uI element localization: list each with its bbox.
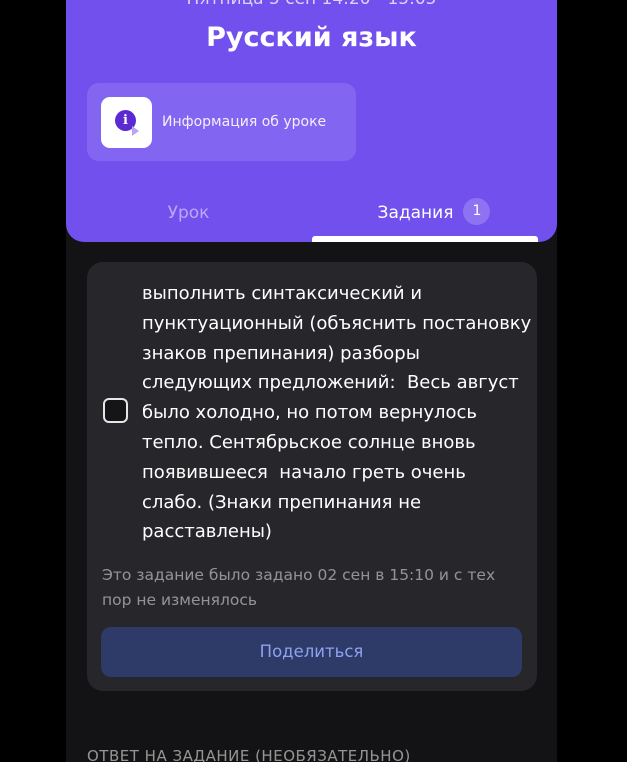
task-text-line: тепло. Сентябрьское солнце вновь [142, 431, 476, 453]
tab-lesson[interactable]: Урок [66, 198, 311, 228]
task-text-line: расставлены) [142, 521, 272, 543]
lesson-header: Пятница 5 сен 14:20 - 15:05 Русский язык… [66, 0, 557, 242]
lesson-datetime: Пятница 5 сен 14:20 - 15:05 [66, 0, 557, 9]
share-button[interactable]: Поделиться [101, 627, 522, 677]
tab-tasks-label: Задания [377, 203, 454, 223]
task-done-checkbox[interactable] [103, 398, 128, 423]
task-text-line: появившееся начало греть очень [142, 461, 466, 483]
task-meta-line: пор не изменялось [102, 591, 258, 609]
answer-section-label: ОТВЕТ НА ЗАДАНИЕ (НЕОБЯЗАТЕЛЬНО) [87, 747, 411, 762]
page-title: Русский язык [206, 22, 417, 53]
task-text-line: было холодно, но потом вернулось [142, 402, 478, 424]
tasks-count-badge: 1 [463, 197, 491, 225]
task-text-line: следующих предложений: Весь август [142, 372, 519, 394]
lesson-info-label: Информация об уроке [162, 114, 327, 130]
task-meta-line: Это задание было задано 02 сен в 15:10 и… [102, 566, 496, 584]
task-description: выполнить синтаксический и пунктуационны… [142, 279, 534, 547]
lesson-info-button[interactable]: i Информация об уроке [87, 83, 356, 161]
task-card: выполнить синтаксический и пунктуационны… [87, 262, 537, 691]
tab-lesson-label: Урок [167, 203, 210, 223]
task-text-line: знаков препинания) разборы [142, 342, 420, 364]
tab-tasks[interactable]: Задания 1 [311, 197, 557, 228]
task-text-line: слабо. (Знаки препинания не [142, 491, 422, 513]
active-tab-indicator [312, 236, 538, 242]
task-assigned-info: Это задание было задано 02 сен в 15:10 и… [102, 563, 522, 613]
task-text-line: выполнить синтаксический и [142, 283, 423, 304]
app-screen: Пятница 5 сен 14:20 - 15:05 Русский язык… [66, 0, 557, 762]
info-icon: i [101, 97, 152, 148]
task-text-line: пунктуационный (объяснить постановку [142, 312, 532, 334]
